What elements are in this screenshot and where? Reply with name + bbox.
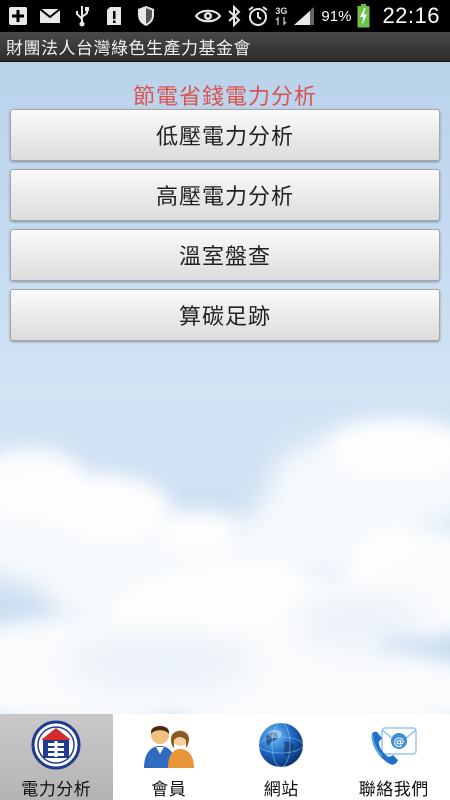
tab-label: 聯絡我們 [358,780,429,800]
app-title-bar: 財團法人台灣綠色生產力基金會 [0,32,450,62]
section-heading: 節電省錢電力分析 [132,85,317,110]
sd-card-alert-icon [102,4,126,28]
mail-icon [38,4,62,28]
usb-icon [70,4,94,28]
bluetooth-icon [227,4,241,28]
tab-label: 電力分析 [21,780,92,800]
svg-text:@: @ [393,735,404,748]
signal-icon [293,4,315,28]
add-icon [6,4,30,28]
shield-icon [134,4,158,28]
status-bar: 3G 91% 22:16 [0,0,450,32]
tab-website[interactable]: 網站 [225,714,338,800]
low-voltage-analysis-button[interactable]: 低壓電力分析 [10,109,440,161]
power-analysis-logo-icon [29,718,83,771]
greenhouse-inventory-button[interactable]: 溫室盤查 [10,229,440,281]
tab-members[interactable]: 會員 [113,714,226,800]
carbon-footprint-button[interactable]: 算碳足跡 [10,289,440,341]
globe-icon [254,718,308,771]
alarm-icon [247,4,269,28]
phone-screen: 3G 91% 22:16 財團法人台灣綠色生產力基金會 節電省錢電力分析 低壓電… [0,0,450,800]
high-voltage-analysis-button[interactable]: 高壓電力分析 [10,169,440,221]
contact-phone-mail-icon: @ [367,718,421,771]
tab-power-analysis[interactable]: 電力分析 [0,714,113,800]
clock: 22:16 [382,3,440,28]
members-icon [142,718,196,771]
bottom-tab-bar: 電力分析 會員 網站 @ 聯絡我們 [0,714,450,800]
eye-icon [195,4,222,28]
battery-charging-icon [357,4,370,28]
tab-label: 會員 [151,780,187,800]
network-3g-icon: 3G [275,4,287,28]
app-title: 財團法人台灣綠色生產力基金會 [6,39,251,59]
battery-percent: 91% [321,7,352,25]
main-content: 節電省錢電力分析 低壓電力分析 高壓電力分析 溫室盤查 算碳足跡 [0,62,450,714]
tab-contact-us[interactable]: @ 聯絡我們 [338,714,450,800]
tab-label: 網站 [263,780,299,800]
network-type-label: 3G [275,5,288,16]
